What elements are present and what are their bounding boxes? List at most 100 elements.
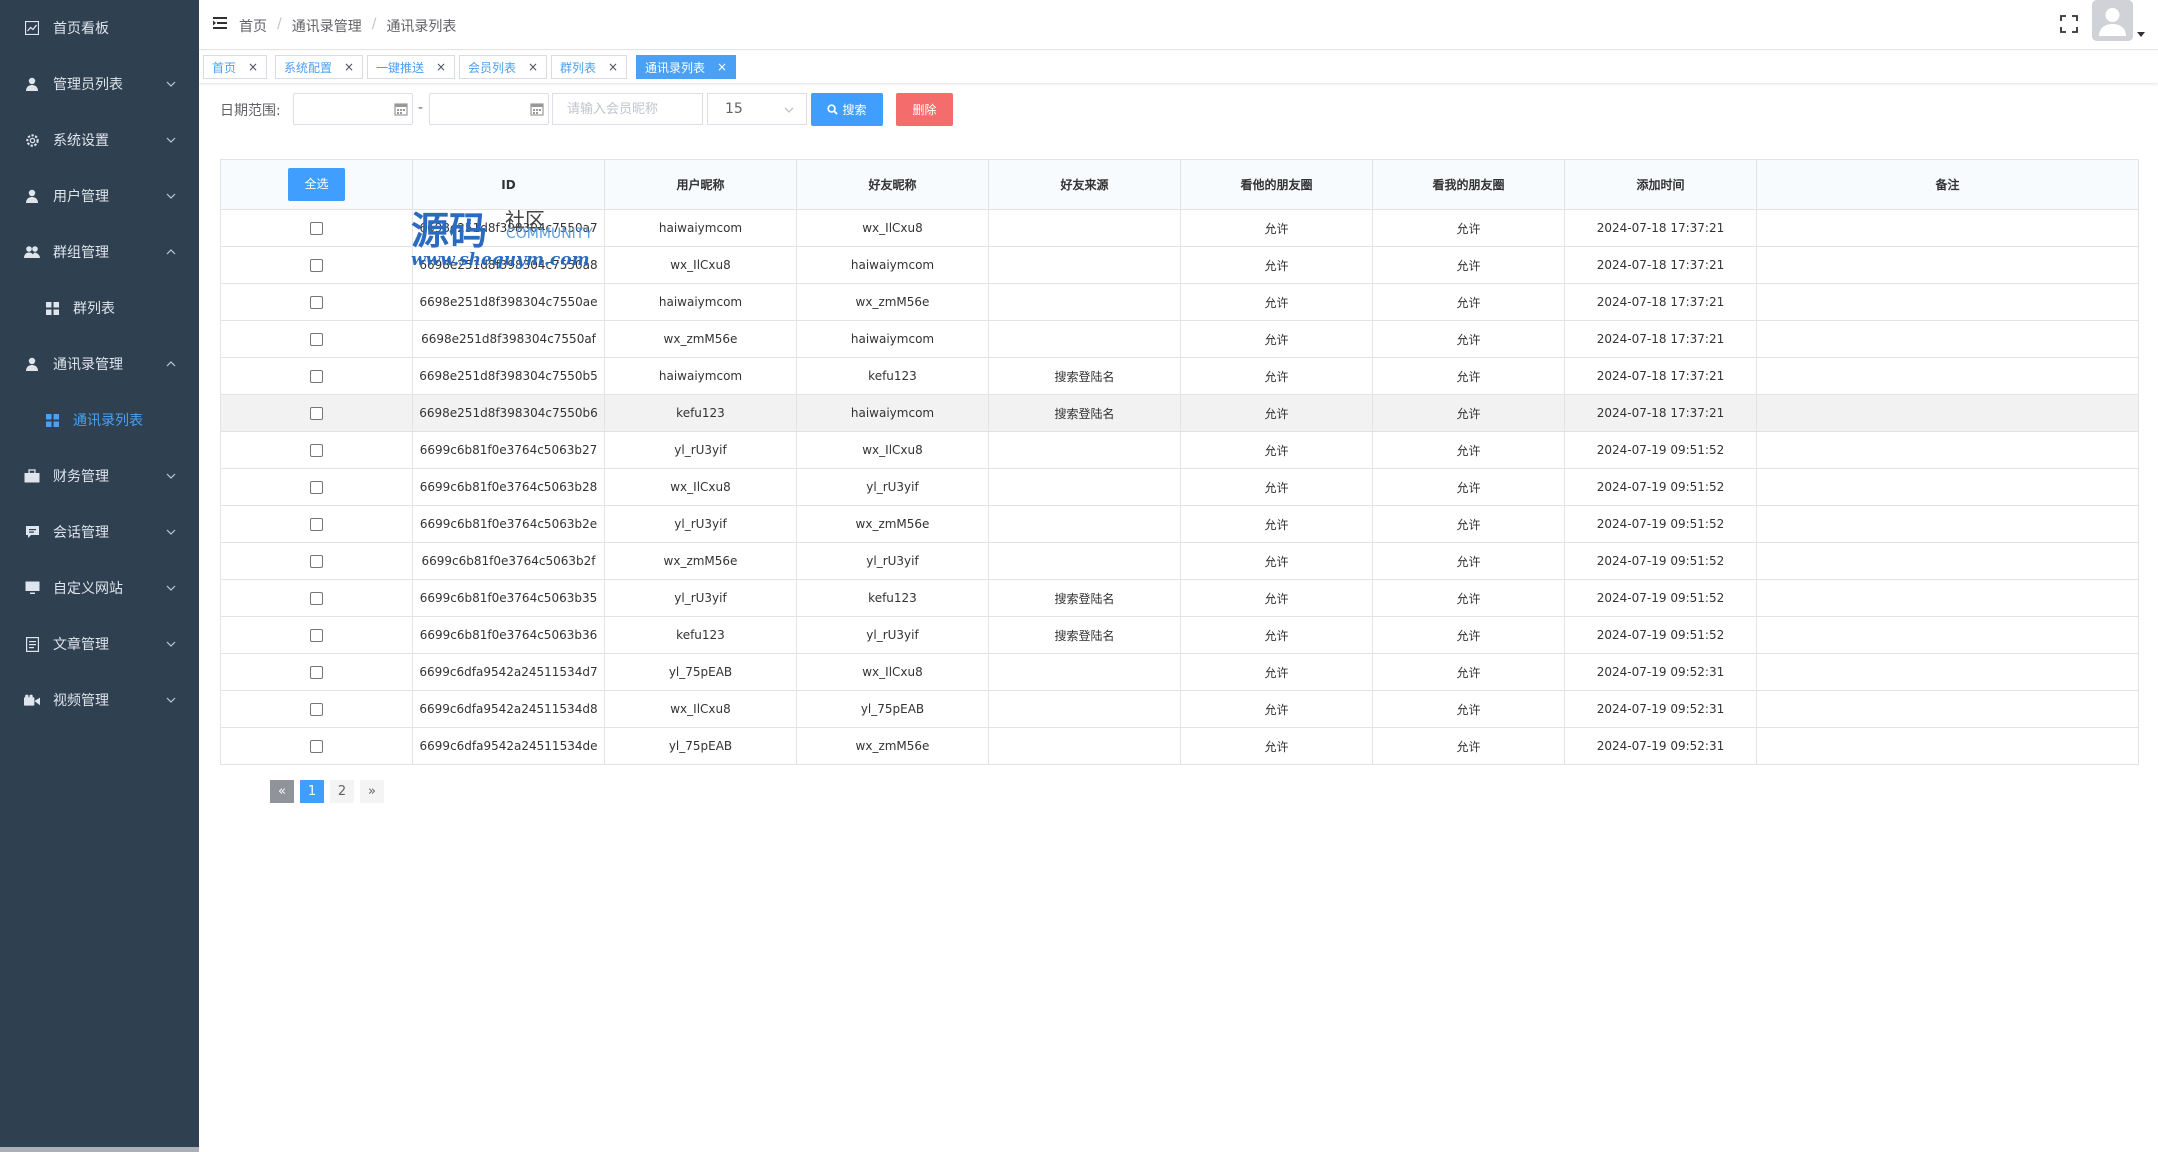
cell-view-my-moments: 允许	[1372, 690, 1565, 728]
close-icon[interactable]: ×	[344, 60, 354, 74]
page-size-select[interactable]: 15	[707, 93, 807, 125]
calendar-icon	[394, 103, 408, 116]
table-row[interactable]: 6698e251d8f398304c7550ae haiwaiymcom wx_zm…	[220, 283, 2139, 321]
end-date-input[interactable]	[429, 93, 549, 125]
column-header-friend-source: 好友来源	[988, 159, 1181, 210]
row-checkbox[interactable]	[310, 518, 323, 531]
member-nickname-search-input[interactable]	[552, 93, 703, 125]
table-row[interactable]: 6699c6dfa9542a24511534de yl_75pEAB wx_zmM5…	[220, 727, 2139, 765]
cell-remark	[1756, 209, 2139, 247]
table-row[interactable]: 6699c6dfa9542a24511534d8 wx_IlCxu8 yl_75pE…	[220, 690, 2139, 728]
delete-button[interactable]: 删除	[896, 93, 953, 126]
table-row[interactable]: 6698e251d8f398304c7550b5 haiwaiymcom kefu1…	[220, 357, 2139, 395]
tab-label: 会员列表	[468, 60, 517, 75]
sidebar-item-contacts-list[interactable]: 通讯录列表	[0, 392, 199, 448]
cell-view-his-moments: 允许	[1180, 690, 1373, 728]
tab-contacts-list[interactable]: 通讯录列表 ×	[636, 55, 737, 79]
table-row[interactable]: 6699c6b81f0e3764c5063b27 yl_rU3yif wx_IlCx…	[220, 431, 2139, 469]
row-checkbox[interactable]	[310, 259, 323, 272]
group-icon	[24, 244, 40, 260]
cell-id: 6699c6dfa9542a24511534de	[412, 727, 605, 765]
table-row[interactable]: 6699c6b81f0e3764c5063b2e yl_rU3yif wx_zmM5…	[220, 505, 2139, 543]
sidebar-item-contacts-management[interactable]: 通讯录管理	[0, 336, 199, 392]
row-checkbox[interactable]	[310, 296, 323, 309]
close-icon[interactable]: ×	[248, 60, 258, 74]
pagination-page-1[interactable]: 1	[300, 780, 324, 803]
row-checkbox[interactable]	[310, 370, 323, 383]
pagination-next[interactable]: »	[360, 780, 384, 803]
start-date-input[interactable]	[293, 93, 413, 125]
sidebar-item-label: 自定义网站	[53, 581, 123, 597]
search-button[interactable]: 搜索	[811, 93, 883, 126]
delete-button-label: 删除	[912, 103, 937, 117]
search-button-label: 搜索	[842, 103, 867, 117]
pagination-page-2[interactable]: 2	[330, 780, 354, 803]
cell-user-nickname: yl_rU3yif	[604, 431, 797, 469]
sidebar-item-dashboard[interactable]: 首页看板	[0, 0, 199, 56]
pagination-prev[interactable]: «	[270, 780, 294, 803]
cell-remark	[1756, 468, 2139, 506]
row-checkbox-cell	[220, 690, 413, 728]
row-checkbox[interactable]	[310, 666, 323, 679]
tab-member-list[interactable]: 会员列表 ×	[459, 55, 548, 79]
hamburger-icon[interactable]	[212, 15, 228, 31]
cell-remark	[1756, 727, 2139, 765]
table-row[interactable]: 6698e251d8f398304c7550af wx_zmM56e haiwaiy…	[220, 320, 2139, 358]
breadcrumb-contacts-management[interactable]: 通讯录管理	[292, 16, 362, 36]
row-checkbox[interactable]	[310, 407, 323, 420]
cell-remark	[1756, 394, 2139, 432]
row-checkbox[interactable]	[310, 740, 323, 753]
contacts-table: 全选 ID 用户昵称 好友昵称 好友来源 看他的朋友圈 看我的朋友圈 添加时间 …	[220, 159, 2139, 765]
tab-one-click-push[interactable]: 一键推送 ×	[367, 55, 456, 79]
tab-system-config[interactable]: 系统配置 ×	[275, 55, 364, 79]
row-checkbox[interactable]	[310, 592, 323, 605]
row-checkbox[interactable]	[310, 629, 323, 642]
row-checkbox[interactable]	[310, 333, 323, 346]
row-checkbox[interactable]	[310, 444, 323, 457]
sidebar-item-session-management[interactable]: 会话管理	[0, 504, 199, 560]
close-icon[interactable]: ×	[608, 60, 618, 74]
sidebar-item-custom-website[interactable]: 自定义网站	[0, 560, 199, 616]
table-row[interactable]: 6699c6b81f0e3764c5063b35 yl_rU3yif kefu123…	[220, 579, 2139, 617]
cell-id: 6699c6dfa9542a24511534d8	[412, 690, 605, 728]
sidebar-item-group-management[interactable]: 群组管理	[0, 224, 199, 280]
cell-id: 6699c6b81f0e3764c5063b28	[412, 468, 605, 506]
sidebar-item-finance-management[interactable]: 财务管理	[0, 448, 199, 504]
table-row[interactable]: 6699c6b81f0e3764c5063b28 wx_IlCxu8 yl_rU3y…	[220, 468, 2139, 506]
chevron-down-icon	[166, 473, 176, 479]
breadcrumb-contacts-list: 通讯录列表	[386, 19, 457, 35]
close-icon[interactable]: ×	[436, 60, 446, 74]
sidebar-item-group-list[interactable]: 群列表	[0, 280, 199, 336]
avatar[interactable]	[2092, 0, 2133, 41]
sidebar-item-admin-list[interactable]: 管理员列表	[0, 56, 199, 112]
sidebar-item-video-management[interactable]: 视频管理	[0, 672, 199, 728]
sidebar-item-user-management[interactable]: 用户管理	[0, 168, 199, 224]
column-header-user-nickname: 用户昵称	[604, 159, 797, 210]
row-checkbox[interactable]	[310, 555, 323, 568]
sidebar-item-article-management[interactable]: 文章管理	[0, 616, 199, 672]
cell-friend-nickname: kefu123	[796, 579, 989, 617]
tab-home[interactable]: 首页 ×	[203, 55, 268, 79]
cell-added-time: 2024-07-19 09:51:52	[1564, 579, 1757, 617]
tab-group-list[interactable]: 群列表 ×	[551, 55, 628, 79]
table-row[interactable]: 6698e251d8f398304c7550a8 wx_IlCxu8 haiwaiy…	[220, 246, 2139, 284]
table-row[interactable]: 6699c6b81f0e3764c5063b2f wx_zmM56e yl_rU3y…	[220, 542, 2139, 580]
row-checkbox[interactable]	[310, 703, 323, 716]
caret-down-icon[interactable]	[2137, 30, 2145, 38]
breadcrumb-home[interactable]: 首页	[239, 16, 267, 36]
close-icon[interactable]: ×	[528, 60, 538, 74]
close-icon[interactable]: ×	[717, 60, 727, 74]
sidebar-scrollbar[interactable]	[0, 1147, 199, 1152]
row-checkbox[interactable]	[310, 222, 323, 235]
cell-id: 6699c6b81f0e3764c5063b2e	[412, 505, 605, 543]
sidebar-item-system-settings[interactable]: 系统设置	[0, 112, 199, 168]
cell-friend-source	[988, 431, 1181, 469]
row-checkbox[interactable]	[310, 481, 323, 494]
cell-friend-source	[988, 320, 1181, 358]
table-row[interactable]: 6699c6dfa9542a24511534d7 yl_75pEAB wx_IlCx…	[220, 653, 2139, 691]
fullscreen-icon[interactable]	[2059, 14, 2079, 34]
table-row[interactable]: 6698e251d8f398304c7550b6 kefu123 haiwaiymc…	[220, 394, 2139, 432]
table-row[interactable]: 6699c6b81f0e3764c5063b36 kefu123 yl_rU3yif…	[220, 616, 2139, 654]
select-all-button[interactable]: 全选	[288, 168, 345, 201]
table-row[interactable]: 6698e251d8f398304c7550a7 haiwaiymcom wx_Il…	[220, 209, 2139, 247]
